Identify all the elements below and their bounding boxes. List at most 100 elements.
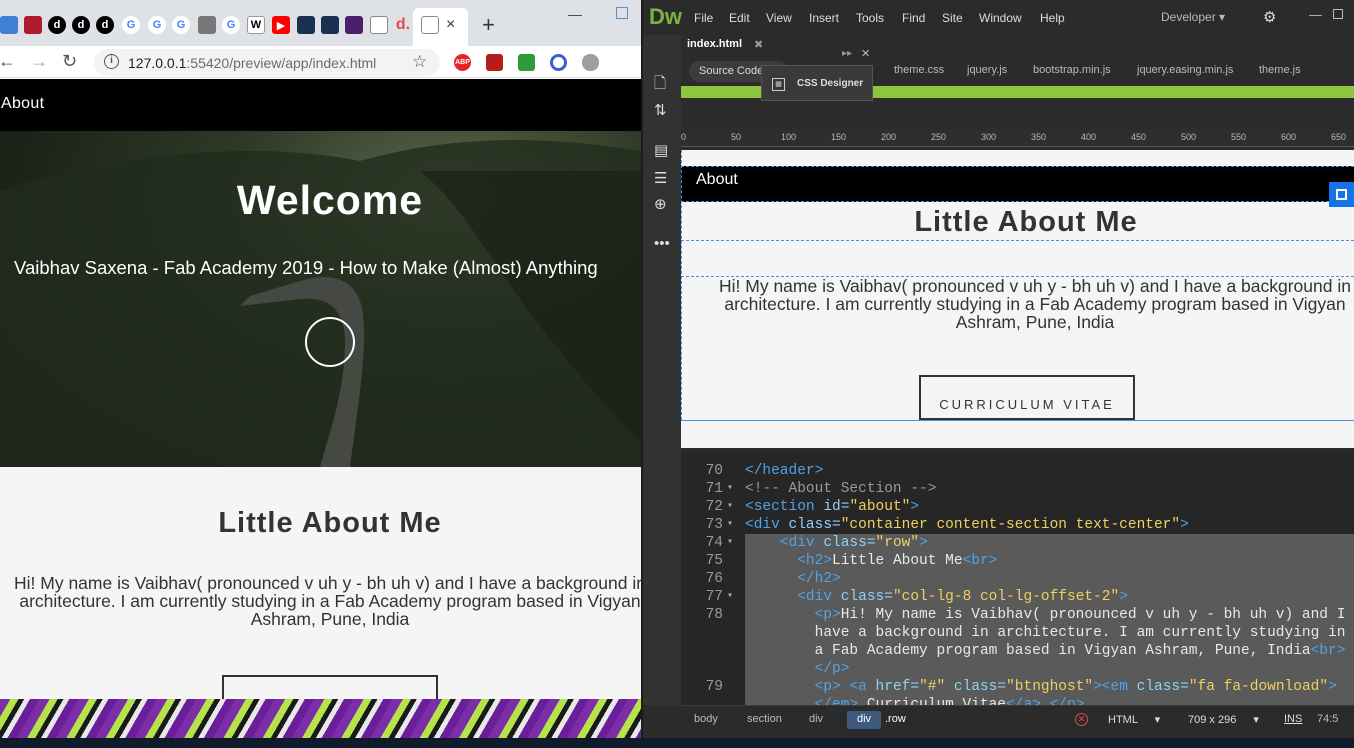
code-line[interactable]: 78 <p>Hi! My name is Vaibhav( pronounced… <box>681 606 1354 624</box>
forward-arrow-icon[interactable]: → <box>30 51 48 72</box>
window-minimize-icon[interactable]: — <box>568 6 582 22</box>
new-tab-button[interactable]: + <box>482 12 495 38</box>
gear-icon[interactable]: ⚙ <box>1263 8 1276 26</box>
scroll-down-circle-icon[interactable] <box>305 317 355 367</box>
related-file-bootstrap[interactable]: bootstrap.min.js <box>1033 64 1111 76</box>
menu-site[interactable]: Site <box>942 11 963 25</box>
window-size-select[interactable]: 709 x 296 ▾ <box>1188 713 1259 726</box>
tab-favicon-d1[interactable]: d <box>48 16 66 34</box>
inspect-icon[interactable]: ⊕ <box>654 195 667 213</box>
menu-tools[interactable]: Tools <box>856 11 884 25</box>
document-tab-close-icon[interactable]: ✖ <box>754 38 763 51</box>
more-options-icon[interactable]: ••• <box>654 235 670 252</box>
tab-favicon-google2[interactable]: G <box>148 16 166 34</box>
back-arrow-icon[interactable]: ← <box>0 51 16 72</box>
dw-restore-icon[interactable] <box>1333 9 1343 19</box>
dw-minimize-icon[interactable]: — <box>1309 7 1322 22</box>
tab-favicon-doc[interactable] <box>370 16 388 34</box>
code-line[interactable]: 73 ▾ <div class="container content-section… <box>681 516 1354 534</box>
menu-window[interactable]: Window <box>979 11 1022 25</box>
tab-favicon-d3[interactable]: d <box>96 16 114 34</box>
document-type-select[interactable]: HTML ▾ <box>1108 713 1160 726</box>
live-view-nav-about[interactable]: About <box>696 171 738 189</box>
insert-mode-indicator[interactable]: INS <box>1284 713 1302 725</box>
file-transfer-icon[interactable]: ⇅ <box>654 101 667 119</box>
line-number: 71 <box>705 481 723 497</box>
tab-favicon-google3[interactable]: G <box>172 16 190 34</box>
code-view[interactable]: 70 </header> 71 ▾ <!-- About Section --> 72 ▾ <… <box>681 452 1354 705</box>
code-line[interactable]: 74 ▾ <div class="row"> <box>681 534 1354 552</box>
related-file-theme-js[interactable]: theme.js <box>1259 64 1301 76</box>
breadcrumb-body[interactable]: body <box>694 713 718 725</box>
menu-help[interactable]: Help <box>1040 11 1065 25</box>
code-line[interactable]: 71 ▾ <!-- About Section --> <box>681 480 1354 498</box>
code-line[interactable]: 72 ▾ <section id="about"> <box>681 498 1354 516</box>
live-view-about-paragraph[interactable]: Hi! My name is Vaibhav( pronounced v uh … <box>705 277 1354 331</box>
cloud-extension-icon[interactable] <box>582 54 599 71</box>
code-line[interactable]: </em> Curriculum Vitae</a> </p> <box>681 696 1354 705</box>
menu-view[interactable]: View <box>766 11 792 25</box>
fold-arrow-icon[interactable]: ▾ <box>727 498 733 516</box>
code-line[interactable]: 76 </h2> <box>681 570 1354 588</box>
fold-arrow-icon[interactable]: ▾ <box>727 516 733 534</box>
related-file-jquery[interactable]: jquery.js <box>967 64 1007 76</box>
reload-icon[interactable]: ↻ <box>62 51 77 72</box>
code-line[interactable]: a Fab Academy program based in Vigyan As… <box>681 642 1354 660</box>
code-line[interactable]: have a background in architecture. I am … <box>681 624 1354 642</box>
evernote-extension-icon[interactable] <box>518 54 535 71</box>
record-extension-icon[interactable] <box>550 54 567 71</box>
tab-favicon-image[interactable] <box>198 16 216 34</box>
bookmark-star-icon[interactable]: ☆ <box>412 52 427 72</box>
tab-favicon-d2[interactable]: d <box>72 16 90 34</box>
nav-link-about[interactable]: About <box>1 95 44 113</box>
element-display-handle-icon[interactable] <box>1329 182 1354 207</box>
code-line[interactable]: 77 ▾ <div class="col-lg-8 col-lg-offset-2… <box>681 588 1354 606</box>
curriculum-vitae-button[interactable]: CURRICULUM VITAE <box>222 675 438 699</box>
fold-arrow-icon[interactable]: ▾ <box>727 588 733 606</box>
tab-favicon-google1[interactable]: G <box>122 16 140 34</box>
live-view-cv-button[interactable]: CURRICULUM VITAE <box>919 375 1135 420</box>
tab-close-icon[interactable]: × <box>446 16 455 34</box>
tab-favicon-wikipedia[interactable]: W <box>247 16 265 34</box>
tab-favicon-ps2[interactable] <box>321 16 339 34</box>
code-line[interactable]: 70 </header> <box>681 462 1354 480</box>
workspace-switcher[interactable]: Developer ▾ <box>1161 10 1225 24</box>
tab-favicon-google4[interactable]: G <box>222 16 240 34</box>
adblock-icon[interactable]: ABP <box>454 54 471 71</box>
live-view-navbar[interactable]: About <box>681 166 1354 202</box>
code-line[interactable]: 75 <h2>Little About Me<br> <box>681 552 1354 570</box>
tab-favicon-youtube[interactable]: ▶ <box>272 16 290 34</box>
breadcrumb-row[interactable]: .row <box>885 713 906 725</box>
address-bar[interactable]: i 127.0.0.1:55420/preview/app/index.html… <box>94 49 440 76</box>
breadcrumb-div-active[interactable]: div <box>857 713 871 725</box>
new-document-icon[interactable]: 🗋 <box>654 73 666 98</box>
tab-favicon-2[interactable] <box>24 16 42 34</box>
menu-edit[interactable]: Edit <box>729 11 750 25</box>
live-view-canvas[interactable]: About Little About Me Hi! My name is Vai… <box>681 150 1354 448</box>
code-line[interactable]: 79 <p> <a href="#" class="btnghost"><em … <box>681 678 1354 696</box>
related-file-theme-css[interactable]: theme.css <box>894 64 944 76</box>
live-view-options-icon[interactable]: ▤ <box>654 141 668 159</box>
document-tab[interactable]: index.html <box>687 38 742 50</box>
info-icon[interactable]: i <box>104 54 119 69</box>
code-line[interactable]: </p> <box>681 660 1354 678</box>
menu-find[interactable]: Find <box>902 11 925 25</box>
window-maximize-icon[interactable] <box>616 7 628 19</box>
breadcrumb-div[interactable]: div <box>809 713 823 725</box>
pdf-extension-icon[interactable] <box>486 54 503 71</box>
active-tab[interactable] <box>413 8 468 46</box>
fold-arrow-icon[interactable]: ▾ <box>727 534 733 552</box>
menu-file[interactable]: File <box>694 11 713 25</box>
live-view-about-heading[interactable]: Little About Me <box>681 206 1354 239</box>
css-designer-panel-tab[interactable]: ▦ CSS Designer <box>761 65 873 101</box>
tab-favicon-lock[interactable] <box>345 16 363 34</box>
tab-favicon-dribbble[interactable]: d. <box>394 16 412 34</box>
tab-favicon-1[interactable] <box>0 16 18 34</box>
error-icon[interactable]: ✕ <box>1075 713 1088 726</box>
related-file-jquery-easing[interactable]: jquery.easing.min.js <box>1137 64 1233 76</box>
menu-insert[interactable]: Insert <box>809 11 839 25</box>
breadcrumb-section[interactable]: section <box>747 713 782 725</box>
fold-arrow-icon[interactable]: ▾ <box>727 480 733 498</box>
tab-favicon-ps1[interactable] <box>297 16 315 34</box>
format-source-icon[interactable]: ☰ <box>654 169 667 187</box>
